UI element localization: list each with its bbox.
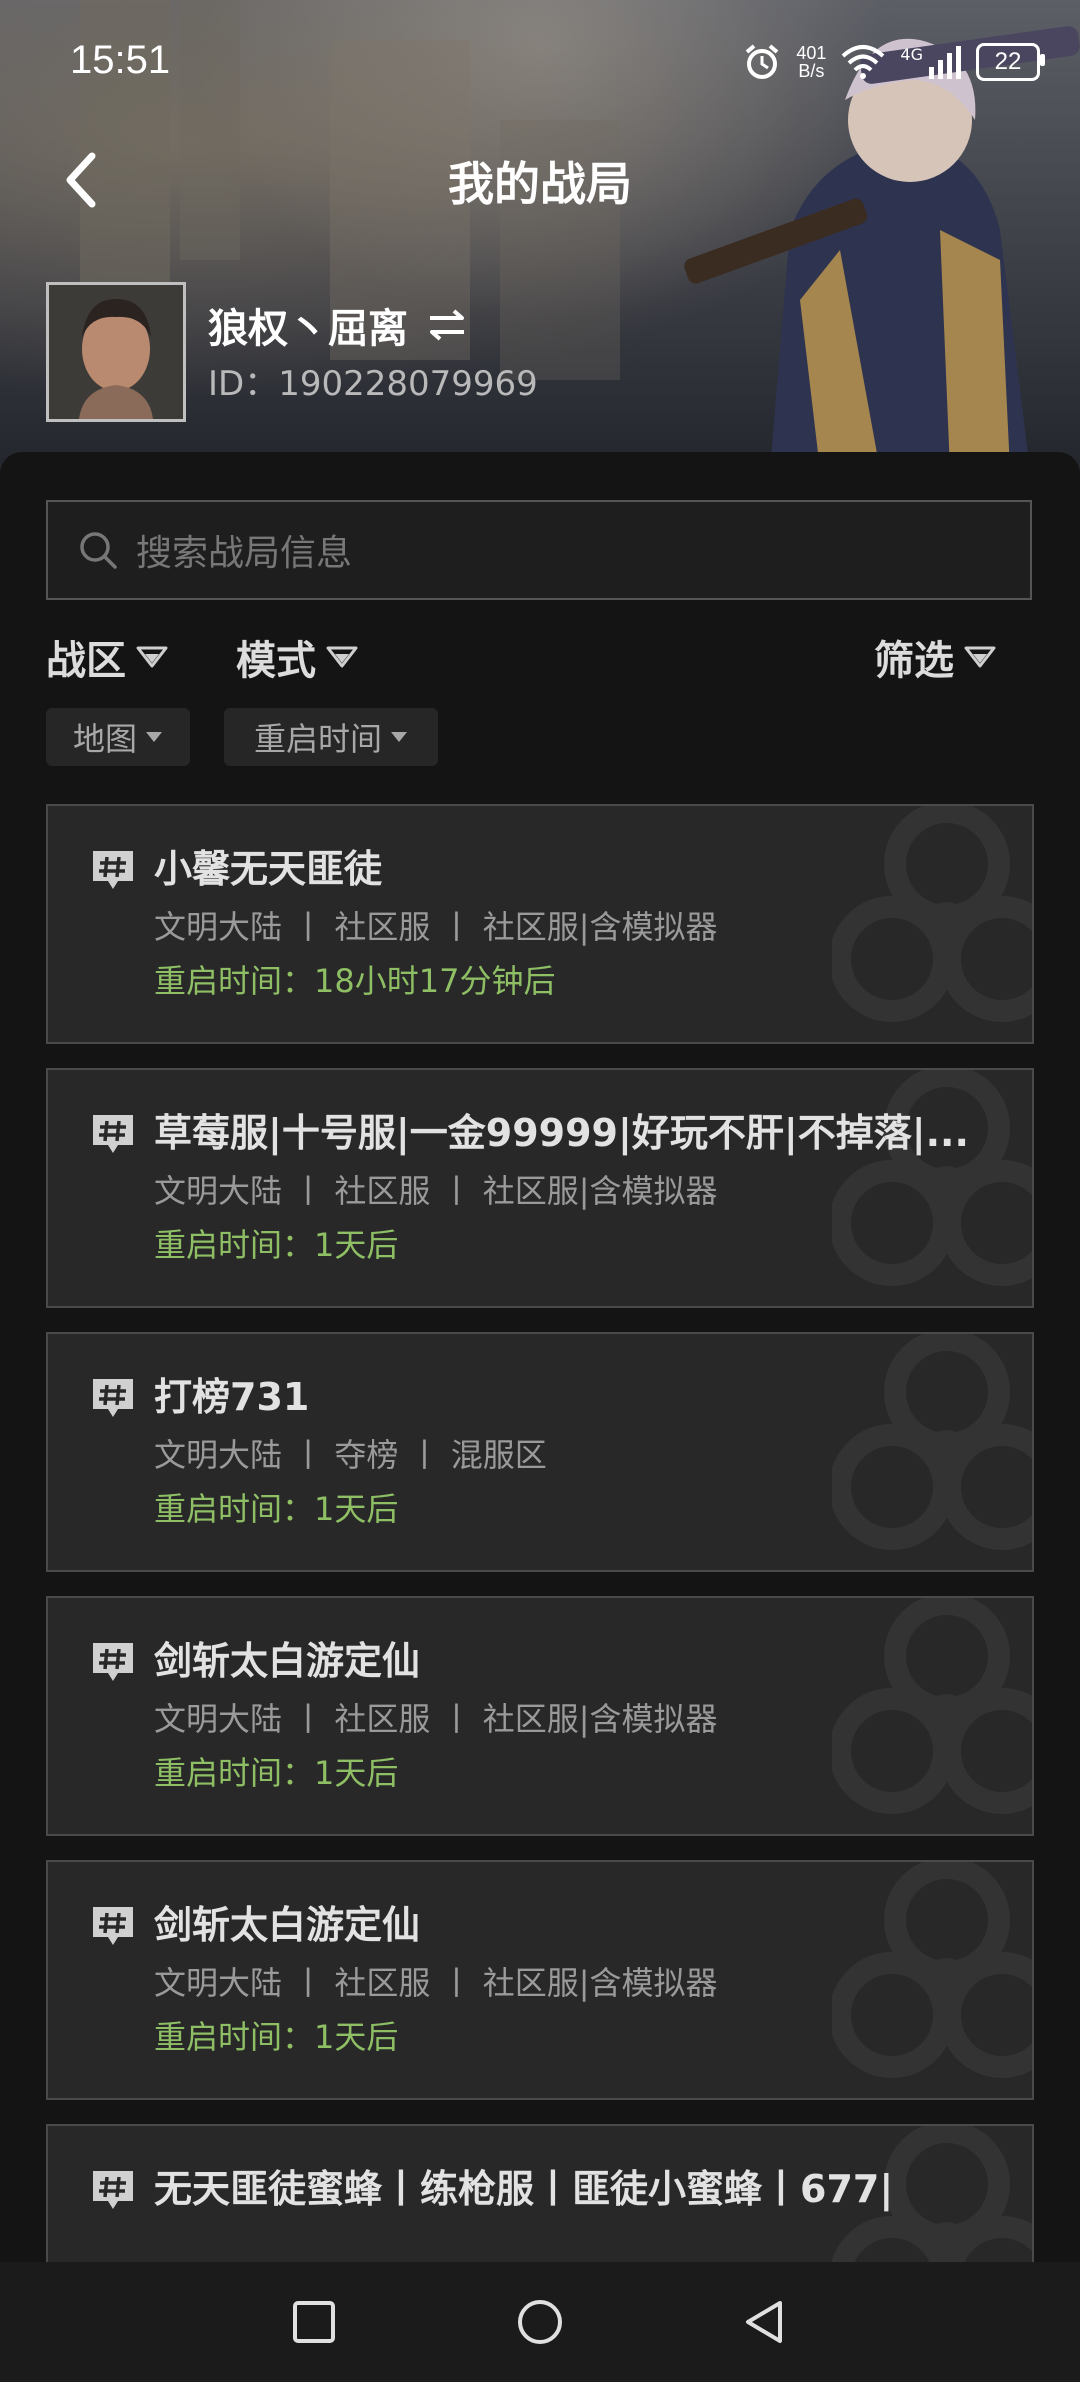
- match-card-title: 剑斩太白游定仙: [154, 1639, 421, 1683]
- cell-signal: 4G: [900, 45, 962, 79]
- network-type: 4G: [900, 45, 923, 64]
- match-card[interactable]: 无天匪徒蜜蜂丨练枪服丨匪徒小蜜蜂丨677|: [46, 2124, 1034, 2262]
- filter-region[interactable]: 战区: [46, 628, 168, 686]
- match-card-tags: 文明大陆 丨 社区服 丨 社区服|含模拟器: [154, 1964, 718, 2002]
- triangle-down-icon: [964, 646, 996, 668]
- triangle-down-icon: [326, 646, 358, 668]
- swap-icon[interactable]: [426, 308, 468, 342]
- triangle-left-icon[interactable]: [742, 2299, 786, 2345]
- match-card[interactable]: 打榜731 文明大陆 丨 夺榜 丨 混服区 重启时间：1天后: [46, 1332, 1034, 1572]
- filter-mode[interactable]: 模式: [236, 628, 358, 686]
- match-card-title: 小馨无天匪徒: [154, 847, 383, 891]
- match-card[interactable]: 小馨无天匪徒文明大陆 丨 社区服 丨 社区服|含模拟器 重启时间：18小时17分钟…: [46, 804, 1034, 1044]
- filter-region-label: 战区: [46, 638, 126, 684]
- search-icon: [80, 532, 117, 569]
- match-card-title: 草莓服|十号服|一金99999|好玩不肝|不掉落|...: [154, 1111, 969, 1155]
- match-card-reset-time: 重启时间：1天后: [154, 1490, 399, 1528]
- chip-reset-time-label: 重启时间: [253, 720, 382, 758]
- battery-indicator: 22: [976, 43, 1045, 81]
- match-card-title: 剑斩太白游定仙: [154, 1903, 421, 1947]
- chip-map-label: 地图: [72, 720, 137, 758]
- caret-down-icon: [146, 732, 162, 742]
- main-panel: 搜索战局信息 战区 模式 筛选 地图 重启时间 小馨无天匪徒文明大陆 丨 社区服…: [0, 452, 1080, 2262]
- system-nav-bar: [0, 2262, 1080, 2382]
- wifi-icon: [842, 45, 885, 79]
- match-card-title: 打榜731: [154, 1375, 310, 1419]
- match-card[interactable]: 草莓服|十号服|一金99999|好玩不肝|不掉落|... 文明大陆 丨 社区服 丨…: [46, 1068, 1034, 1308]
- profile-nickname: 狼权丶屈离: [208, 306, 408, 352]
- hash-message-icon: [90, 2168, 136, 2216]
- match-card-tags: 文明大陆 丨 社区服 丨 社区服|含模拟器: [154, 1172, 718, 1210]
- hash-message-icon: [90, 1376, 136, 1424]
- triangle-down-icon: [136, 646, 168, 668]
- circle-icon[interactable]: [517, 2299, 563, 2345]
- match-card-tags: 文明大陆 丨 社区服 丨 社区服|含模拟器: [154, 908, 718, 946]
- hash-message-icon: [90, 1640, 136, 1688]
- chip-reset-time[interactable]: 重启时间: [224, 708, 438, 766]
- status-time: 15:51: [70, 38, 171, 82]
- match-card-tags: 文明大陆 丨 社区服 丨 社区服|含模拟器: [154, 1700, 718, 1738]
- hash-message-icon: [90, 848, 136, 896]
- caret-down-icon: [391, 732, 407, 742]
- net-speed: 401 B/s: [796, 44, 826, 80]
- square-icon[interactable]: [292, 2300, 336, 2344]
- match-card-reset-time: 重启时间：1天后: [154, 1226, 399, 1264]
- filter-mode-label: 模式: [236, 638, 316, 684]
- search-input[interactable]: 搜索战局信息: [46, 500, 1032, 600]
- net-speed-unit: B/s: [798, 61, 825, 81]
- page-title: 我的战局: [448, 157, 632, 211]
- battery-level: 22: [994, 48, 1022, 75]
- match-card-tags: 文明大陆 丨 夺榜 丨 混服区: [154, 1436, 547, 1474]
- match-card[interactable]: 剑斩太白游定仙文明大陆 丨 社区服 丨 社区服|含模拟器 重启时间：1天后: [46, 1596, 1034, 1836]
- chip-map[interactable]: 地图: [46, 708, 190, 766]
- avatar-image: [49, 285, 183, 419]
- profile-id: ID：190228079969: [208, 364, 538, 404]
- filter-button-label: 筛选: [874, 638, 954, 684]
- net-speed-value: 401: [796, 43, 827, 63]
- filter-button[interactable]: 筛选: [874, 628, 996, 686]
- signal-icon: [929, 46, 961, 79]
- match-card-reset-time: 重启时间：1天后: [154, 1754, 399, 1792]
- avatar[interactable]: [46, 282, 186, 422]
- hash-message-icon: [90, 1904, 136, 1952]
- match-card[interactable]: 剑斩太白游定仙文明大陆 丨 社区服 丨 社区服|含模拟器 重启时间：1天后: [46, 1860, 1034, 2100]
- profile-nickname-row[interactable]: 狼权丶屈离: [208, 296, 468, 354]
- match-card-title: 无天匪徒蜜蜂丨练枪服丨匪徒小蜜蜂丨677|: [154, 2167, 894, 2211]
- status-icons: 401 B/s 4G 22: [742, 38, 1045, 86]
- hash-message-icon: [90, 1112, 136, 1160]
- match-card-reset-time: 重启时间：18小时17分钟后: [154, 962, 556, 1000]
- alarm-icon: [746, 44, 779, 79]
- status-bar: 15:51 401 B/s 4G 22: [0, 0, 1080, 120]
- match-card-reset-time: 重启时间：1天后: [154, 2018, 399, 2056]
- search-placeholder: 搜索战局信息: [136, 533, 353, 574]
